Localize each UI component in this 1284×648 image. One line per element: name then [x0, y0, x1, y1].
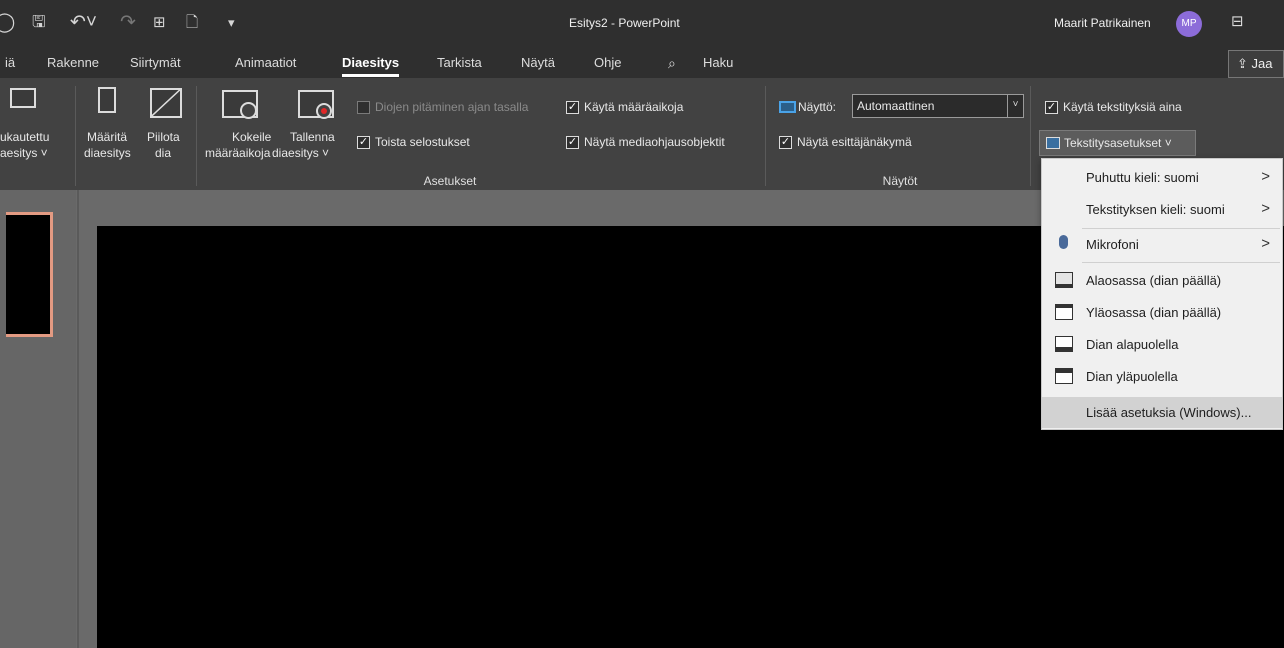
menu-item-label: Dian yläpuolella [1086, 369, 1178, 384]
powerpoint-window: ◯ 🖫 ↶˅ ↷ ⊞ 🗋 ▾ Esitys2 - PowerPoint Maar… [0, 0, 1284, 648]
keep-fresh-checkbox[interactable] [357, 101, 370, 114]
separator [75, 86, 76, 186]
keep-fresh-label: Diojen pitäminen ajan tasalla [375, 100, 529, 114]
chevron-down-icon[interactable]: ˅ [1007, 95, 1023, 117]
tab-design[interactable]: Rakenne [47, 55, 99, 70]
customize-qat-icon[interactable]: ▾ [228, 12, 235, 34]
show-media-controls-label: Näytä mediaohjausobjektit [584, 135, 725, 149]
group-label-setup: Asetukset [423, 174, 477, 188]
window-title: Esitys2 - PowerPoint [569, 16, 680, 30]
monitor-icon [779, 101, 796, 113]
setup-show-line1[interactable]: Määritä [87, 130, 127, 145]
share-label: Jaa [1251, 56, 1273, 71]
presenter-view-checkbox[interactable]: ✓ [779, 136, 792, 149]
search-label[interactable]: Haku [703, 55, 733, 70]
menu-separator [1082, 262, 1280, 263]
share-button[interactable]: ⇪ Jaa [1228, 50, 1284, 78]
record-line1[interactable]: Tallenna [290, 130, 335, 145]
tab-home[interactable]: iä [5, 55, 15, 70]
menu-item-subtitle-language[interactable]: Tekstityksen kieli: suomi > [1042, 194, 1282, 225]
always-subtitles-checkbox[interactable]: ✓ [1045, 101, 1058, 114]
tab-transitions[interactable]: Siirtymät [130, 55, 181, 70]
menu-item-label: Dian alapuolella [1086, 337, 1179, 352]
setup-show-line2[interactable]: diaesitys [84, 146, 131, 161]
caption-top-overlaid-icon [1055, 304, 1073, 320]
menu-item-label: Yläosassa (dian päällä) [1086, 305, 1222, 320]
menu-item-label: Puhuttu kieli: suomi [1086, 170, 1199, 185]
caption-bottom-overlaid-icon [1055, 272, 1073, 288]
play-narrations-checkbox[interactable]: ✓ [357, 136, 370, 149]
show-media-controls-checkbox[interactable]: ✓ [566, 136, 579, 149]
separator [196, 86, 197, 186]
subtitle-settings-button[interactable]: Tekstitysasetukset ˅ [1039, 130, 1196, 156]
hide-slide-icon [150, 88, 182, 118]
title-bar: ◯ 🖫 ↶˅ ↷ ⊞ 🗋 ▾ Esitys2 - PowerPoint Maar… [0, 0, 1284, 50]
record-line2[interactable]: diaesitys ˅ [272, 146, 329, 161]
tab-view[interactable]: Näytä [521, 55, 555, 70]
subtitle-settings-icon [1046, 137, 1060, 149]
clock-icon [240, 102, 257, 119]
group-label-monitors: Näytöt [882, 174, 918, 188]
always-subtitles-label: Käytä tekstityksiä aina [1063, 100, 1182, 114]
user-name[interactable]: Maarit Patrikainen [1054, 16, 1151, 30]
caption-below-slide-icon [1055, 336, 1073, 352]
rehearse-line2[interactable]: määräaikoja [205, 146, 270, 161]
rehearse-line1[interactable]: Kokeile [232, 130, 271, 145]
custom-show-icon [10, 88, 36, 108]
presenter-view-label: Näytä esittäjänäkymä [797, 135, 912, 149]
save-icon[interactable]: 🖫 [32, 12, 46, 34]
caption-above-slide-icon [1055, 368, 1073, 384]
monitor-select-value: Automaattinen [857, 99, 935, 113]
menu-item-below-slide[interactable]: Dian alapuolella [1042, 329, 1282, 360]
menu-item-top-overlaid[interactable]: Yläosassa (dian päällä) [1042, 297, 1282, 328]
setup-slideshow-icon [98, 87, 116, 113]
chevron-right-icon: > [1261, 200, 1270, 217]
slide-thumbnail[interactable] [6, 212, 53, 337]
custom-show-line2[interactable]: aesitys ˅ [0, 146, 48, 161]
ribbon-tabs: iä Rakenne Siirtymät Animaatiot Diaesity… [0, 50, 1284, 78]
avatar[interactable]: MP [1176, 11, 1202, 37]
menu-item-label: Mikrofoni [1086, 237, 1139, 252]
tab-animations[interactable]: Animaatiot [235, 55, 296, 70]
menu-item-label: Lisää asetuksia (Windows)... [1086, 405, 1252, 420]
use-timings-checkbox[interactable]: ✓ [566, 101, 579, 114]
present-from-start-icon[interactable]: ⊞ [153, 12, 166, 34]
separator [765, 86, 766, 186]
use-timings-label: Käytä määräaikoja [584, 100, 684, 114]
menu-item-label: Alaosassa (dian päällä) [1086, 273, 1222, 288]
subtitle-settings-label: Tekstitysasetukset ˅ [1064, 136, 1172, 150]
microphone-icon [1059, 235, 1068, 249]
new-file-icon[interactable]: 🗋 [186, 12, 198, 34]
tab-help[interactable]: Ohje [594, 55, 621, 70]
record-dot-icon [316, 103, 332, 119]
monitor-label: Näyttö: [798, 100, 837, 114]
menu-item-more-settings[interactable]: Lisää asetuksia (Windows)... [1042, 397, 1282, 428]
menu-item-spoken-language[interactable]: Puhuttu kieli: suomi > [1042, 162, 1282, 193]
tab-slideshow[interactable]: Diaesitys [342, 55, 400, 77]
search-icon[interactable]: ⌕ [668, 55, 676, 72]
tab-review[interactable]: Tarkista [437, 55, 482, 70]
ribbon-display-options-icon[interactable]: ⊟ [1231, 12, 1244, 30]
hide-slide-line1[interactable]: Piilota [147, 130, 180, 145]
menu-item-microphone[interactable]: Mikrofoni > [1042, 229, 1282, 260]
separator [1030, 86, 1031, 186]
autosave-icon[interactable]: ◯ [0, 12, 15, 34]
chevron-right-icon: > [1261, 235, 1270, 252]
share-icon: ⇪ [1237, 56, 1248, 71]
subtitle-settings-menu: Puhuttu kieli: suomi > Tekstityksen kiel… [1041, 158, 1283, 430]
undo-icon[interactable]: ↶˅ [70, 12, 97, 34]
menu-item-label: Tekstityksen kieli: suomi [1086, 202, 1225, 217]
chevron-right-icon: > [1261, 168, 1270, 185]
custom-show-line1[interactable]: ukautettu [0, 130, 49, 145]
redo-icon[interactable]: ↷ [120, 12, 136, 34]
hide-slide-line2[interactable]: dia [155, 146, 171, 161]
play-narrations-label: Toista selostukset [375, 135, 470, 149]
menu-item-above-slide[interactable]: Dian yläpuolella [1042, 361, 1282, 392]
menu-item-bottom-overlaid[interactable]: Alaosassa (dian päällä) [1042, 265, 1282, 296]
monitor-select[interactable]: Automaattinen ˅ [852, 94, 1024, 118]
